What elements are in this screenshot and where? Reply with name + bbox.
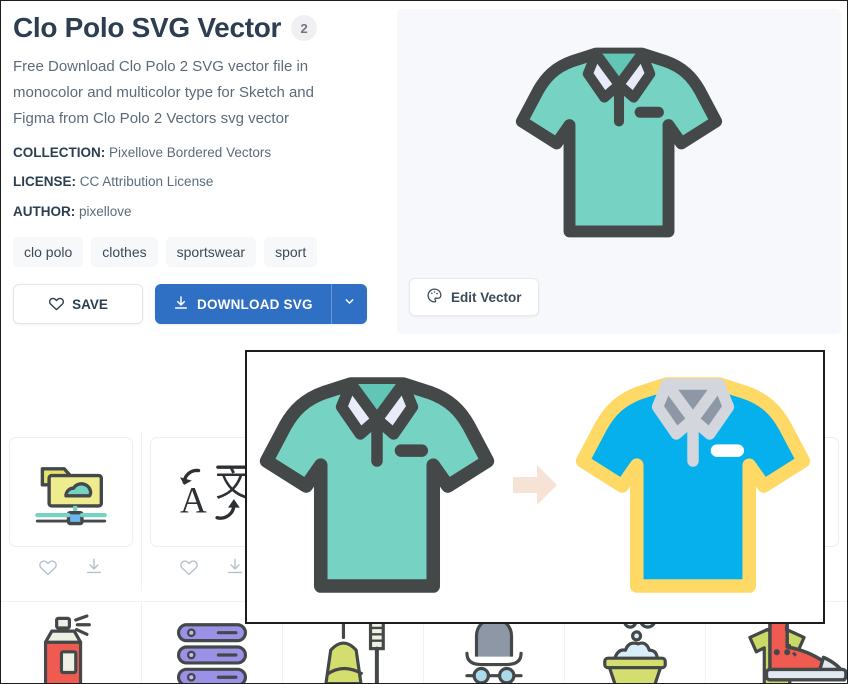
transform-arrow-icon [511, 463, 559, 512]
spray-bottle-icon [43, 614, 91, 683]
download-svg-button[interactable]: DOWNLOAD SVG [155, 284, 331, 324]
svg-text:A: A [180, 481, 207, 522]
meta-collection-value[interactable]: Pixellove Bordered Vectors [105, 145, 271, 160]
variant-comparison-overlay [245, 350, 825, 624]
download-options-dropdown[interactable] [330, 284, 367, 325]
polo-shirt-multicolor-svg [576, 376, 811, 593]
download-icon[interactable] [84, 557, 104, 581]
polo-shirt-monocolor-svg [515, 47, 723, 238]
palette-icon [426, 287, 443, 307]
preview-polo-shirt-artwork [509, 35, 729, 255]
vector-preview-panel: Edit Vector [397, 9, 841, 334]
meta-collection-key: COLLECTION: [13, 144, 106, 160]
action-buttons: SAVE DOWNLOAD SVG [13, 284, 385, 325]
meta-license-value[interactable]: CC Attribution License [76, 174, 214, 189]
tag-item[interactable]: sport [264, 237, 318, 268]
download-icon [173, 295, 189, 314]
meta-license-key: LICENSE: [13, 174, 77, 190]
page-title: Clo Polo SVG Vector [13, 12, 282, 43]
svg-text:文: 文 [215, 466, 249, 504]
tag-list: clo polo clothes sportswear sport [13, 237, 385, 268]
tag-item[interactable]: clothes [91, 237, 158, 268]
vector-info-panel: Clo Polo SVG Vector 2 Free Download Clo … [1, 1, 397, 325]
related-icon-cell[interactable] [1, 602, 142, 683]
chevron-down-icon [343, 295, 356, 313]
title-row: Clo Polo SVG Vector 2 [13, 12, 385, 44]
favorite-heart-icon[interactable] [179, 557, 199, 581]
overlay-monocolor-shirt[interactable] [252, 360, 502, 615]
meta-author-key: AUTHOR: [13, 204, 76, 220]
overlay-multicolor-shirt[interactable] [568, 360, 818, 615]
variant-count-badge: 2 [291, 15, 318, 42]
icon-card-tools [9, 547, 133, 591]
vector-description: Free Download Clo Polo 2 SVG vector file… [13, 57, 314, 128]
save-button-label: SAVE [72, 296, 108, 312]
download-icon[interactable] [225, 557, 245, 581]
related-icon-cell [1, 431, 142, 591]
meta-license: LICENSE: CC Attribution License [13, 172, 385, 193]
download-svg-label: DOWNLOAD SVG [197, 296, 313, 312]
meta-author: AUTHOR: pixellove [13, 202, 385, 223]
tag-item[interactable]: clo polo [13, 237, 84, 268]
meta-author-value[interactable]: pixellove [75, 204, 132, 219]
download-button-group: DOWNLOAD SVG [155, 284, 367, 325]
folded-towels-icon [176, 623, 248, 683]
page-root: Clo Polo SVG Vector 2 Free Download Clo … [0, 0, 848, 684]
save-button[interactable]: SAVE [13, 284, 143, 325]
cloud-folder-network-icon[interactable] [9, 437, 133, 547]
favorite-heart-icon[interactable] [38, 557, 58, 581]
heart-icon [48, 295, 65, 314]
polo-shirt-monocolor-svg [259, 376, 494, 593]
meta-collection: COLLECTION: Pixellove Bordered Vectors [13, 143, 385, 164]
edit-vector-button[interactable]: Edit Vector [409, 278, 539, 316]
tag-item[interactable]: sportswear [165, 237, 257, 268]
edit-vector-label: Edit Vector [451, 289, 522, 305]
